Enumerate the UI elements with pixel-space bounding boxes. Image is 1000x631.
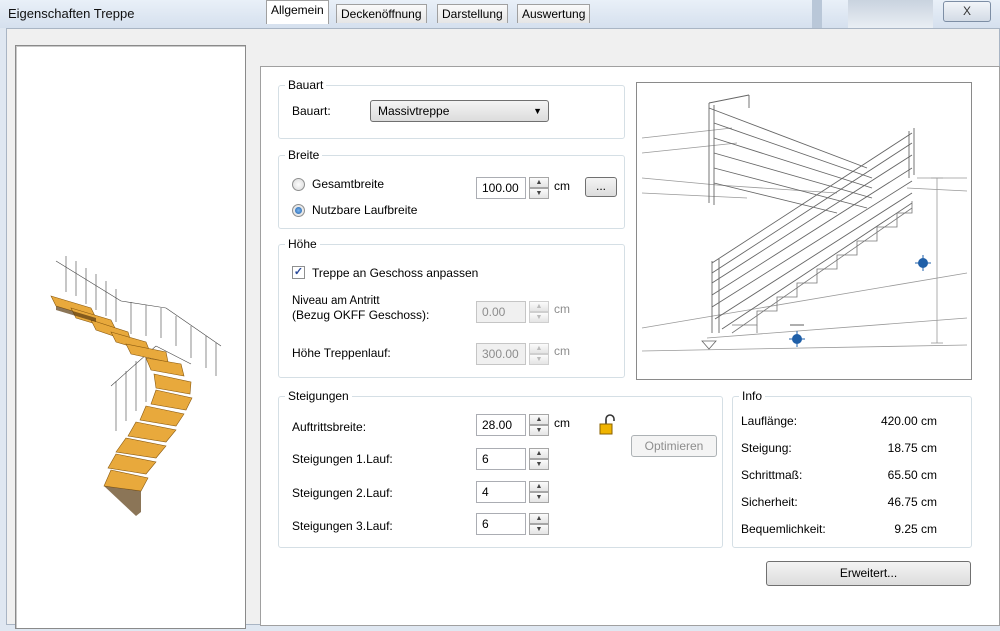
bauart-selected-value: Massivtreppe [378, 104, 450, 118]
spin-down-icon[interactable]: ▼ [529, 425, 549, 436]
close-button[interactable]: X [943, 1, 991, 22]
breite-spinner[interactable]: ▲ ▼ [529, 177, 549, 199]
radio-nutzbare-laufbreite[interactable] [292, 204, 305, 217]
spin-down-icon[interactable]: ▼ [529, 188, 549, 199]
info-row-bequemlichkeit: Bequemlichkeit: 9.25 cm [741, 522, 937, 536]
auftritt-unit: cm [554, 416, 570, 430]
info-label: Steigung: [741, 441, 792, 455]
steigungen-lauf2-label: Steigungen 2.Lauf: [292, 486, 393, 500]
tab-label: Deckenöffnung [341, 7, 422, 21]
spin-up-icon[interactable]: ▲ [529, 481, 549, 492]
info-row-schrittmass: Schrittmaß: 65.50 cm [741, 468, 937, 482]
auftritt-label: Auftrittsbreite: [292, 420, 367, 434]
erweitert-button[interactable]: Erweitert... [766, 561, 971, 586]
bauart-label: Bauart: [292, 104, 331, 118]
breite-unit: cm [554, 179, 570, 193]
spin-down-icon[interactable]: ▼ [529, 492, 549, 503]
info-value: 65.50 cm [887, 468, 937, 482]
group-info: Info Lauflänge: 420.00 cm Steigung: 18.7… [732, 389, 972, 548]
treppenlauf-unit: cm [554, 344, 570, 358]
stair-technical-drawing [641, 94, 968, 352]
radio-gesamtbreite[interactable] [292, 178, 305, 191]
info-label: Bequemlichkeit: [741, 522, 826, 536]
niveau-input[interactable]: 0.00 [476, 301, 526, 323]
group-bauart: Bauart Bauart: Massivtreppe ▼ [278, 78, 625, 139]
spin-down-icon[interactable]: ▼ [529, 459, 549, 470]
auftritt-input[interactable]: 28.00 [476, 414, 526, 436]
tab-label: Auswertung [522, 7, 586, 21]
steigungen-lauf2-spinner[interactable]: ▲ ▼ [529, 481, 549, 503]
radio-gesamtbreite-label: Gesamtbreite [312, 177, 385, 191]
steigungen-lauf3-spinner[interactable]: ▲ ▼ [529, 513, 549, 535]
radio-nutzbare-laufbreite-label: Nutzbare Laufbreite [312, 203, 418, 217]
info-label: Sicherheit: [741, 495, 798, 509]
steigungen-lauf2-input[interactable]: 4 [476, 481, 526, 503]
treppenlauf-spinner[interactable]: ▲ ▼ [529, 343, 549, 365]
spin-up-icon[interactable]: ▲ [529, 513, 549, 524]
geschoss-checkbox[interactable]: ✓ [292, 266, 305, 279]
dimension-handle-icon [789, 331, 805, 347]
steigungen-lauf3-label: Steigungen 3.Lauf: [292, 519, 393, 533]
steigungen-lauf1-label: Steigungen 1.Lauf: [292, 452, 393, 466]
close-icon: X [962, 4, 971, 18]
dropdown-arrow-icon: ▼ [533, 106, 542, 116]
niveau-label-2: (Bezug OKFF Geschoss): [292, 308, 430, 322]
info-value: 420.00 cm [880, 414, 937, 428]
stair-section-diagram [636, 82, 972, 380]
background-decoration [812, 0, 822, 28]
group-label: Breite [285, 148, 323, 162]
steigungen-lauf1-spinner[interactable]: ▲ ▼ [529, 448, 549, 470]
background-decoration [848, 0, 933, 28]
info-row-lauflaenge: Lauflänge: 420.00 cm [741, 414, 937, 428]
niveau-spinner[interactable]: ▲ ▼ [529, 301, 549, 323]
treppenlauf-input[interactable]: 300.00 [476, 343, 526, 365]
spin-up-icon[interactable]: ▲ [529, 301, 549, 312]
spin-down-icon[interactable]: ▼ [529, 354, 549, 365]
tab-deckenoeffnung[interactable]: Deckenöffnung [336, 4, 427, 23]
dimension-handle-icon [915, 255, 931, 271]
info-label: Schrittmaß: [741, 468, 803, 482]
group-label: Bauart [285, 78, 327, 92]
niveau-label: Niveau am Antritt [292, 295, 380, 307]
geschoss-checkbox-label: Treppe an Geschoss anpassen [312, 266, 479, 280]
info-value: 9.25 cm [894, 522, 937, 536]
info-row-steigung: Steigung: 18.75 cm [741, 441, 937, 455]
steigungen-lauf3-input[interactable]: 6 [476, 513, 526, 535]
tab-darstellung[interactable]: Darstellung [437, 4, 508, 23]
stair-3d-illustration [50, 256, 222, 516]
breite-input[interactable]: 100.00 [476, 177, 526, 199]
breite-more-button[interactable]: ... [585, 177, 617, 197]
group-label: Höhe [285, 237, 320, 251]
group-hoehe: Höhe ✓ Treppe an Geschoss anpassen Nivea… [278, 237, 625, 378]
window-title: Eigenschaften Treppe [8, 6, 135, 21]
spin-up-icon[interactable]: ▲ [529, 448, 549, 459]
info-row-sicherheit: Sicherheit: 46.75 cm [741, 495, 937, 509]
stair-3d-preview[interactable] [15, 45, 246, 629]
spin-up-icon[interactable]: ▲ [529, 177, 549, 188]
steigungen-lauf1-input[interactable]: 6 [476, 448, 526, 470]
lock-open-icon[interactable] [598, 414, 618, 436]
info-label: Lauflänge: [741, 414, 798, 428]
group-breite: Breite Gesamtbreite Nutzbare Laufbreite … [278, 148, 625, 229]
optimieren-button[interactable]: Optimieren [631, 435, 717, 457]
tab-auswertung[interactable]: Auswertung [517, 4, 591, 23]
info-value: 18.75 cm [887, 441, 937, 455]
spin-up-icon[interactable]: ▲ [529, 343, 549, 354]
info-value: 46.75 cm [887, 495, 937, 509]
niveau-unit: cm [554, 302, 570, 316]
auftritt-spinner[interactable]: ▲ ▼ [529, 414, 549, 436]
tab-label: Darstellung [442, 7, 503, 21]
spin-down-icon[interactable]: ▼ [529, 524, 549, 535]
treppenlauf-label: Höhe Treppenlauf: [292, 346, 391, 360]
group-steigungen: Steigungen Auftrittsbreite: 28.00 ▲ ▼ cm… [278, 389, 723, 548]
tab-label: Allgemein [271, 3, 324, 17]
spin-up-icon[interactable]: ▲ [529, 414, 549, 425]
spin-down-icon[interactable]: ▼ [529, 312, 549, 323]
group-label: Steigungen [285, 389, 352, 403]
bauart-select[interactable]: Massivtreppe ▼ [370, 100, 549, 122]
tab-allgemein[interactable]: Allgemein [266, 0, 329, 24]
group-label: Info [739, 389, 766, 403]
